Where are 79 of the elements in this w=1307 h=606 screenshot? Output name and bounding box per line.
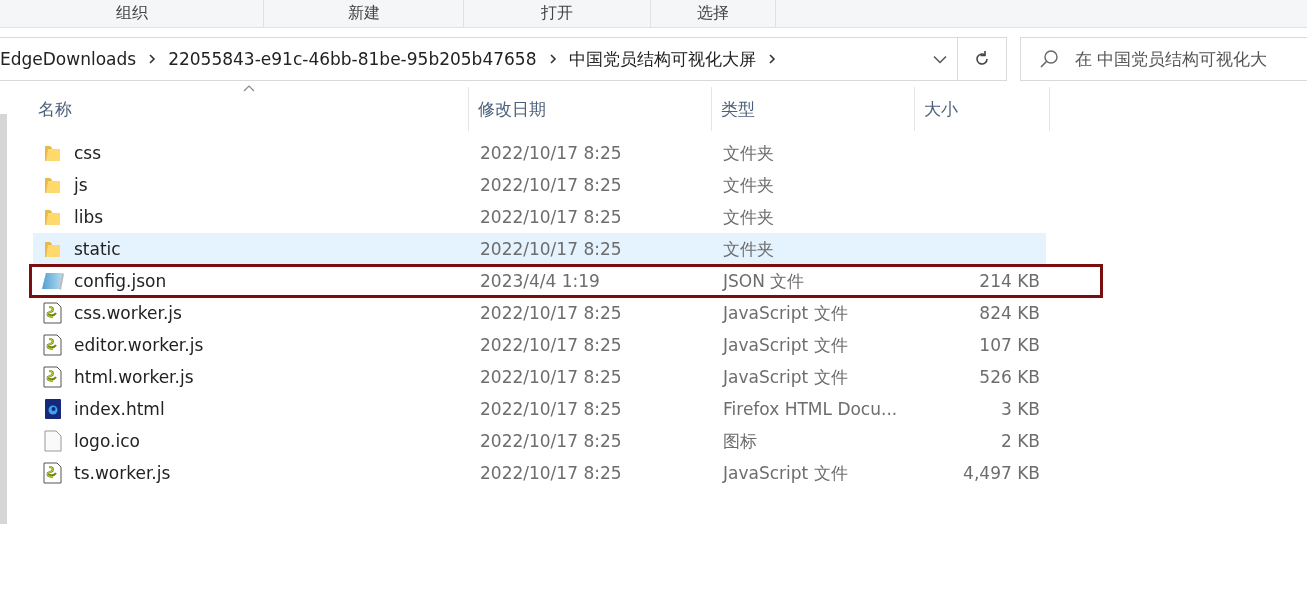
script-file-icon: [41, 302, 65, 324]
file-row[interactable]: logo.ico 2022/10/17 8:25 图标 2 KB: [33, 425, 1046, 457]
file-type: JavaScript 文件: [723, 365, 848, 389]
refresh-icon: [973, 50, 990, 68]
file-row[interactable]: index.html 2022/10/17 8:25 Firefox HTML Docu... 3 KB: [33, 393, 1046, 425]
modified-date: 2022/10/17 8:25: [480, 239, 622, 259]
file-type: 文件夹: [723, 173, 774, 197]
file-row[interactable]: config.json 2023/4/4 1:19 JSON 文件 214 KB: [33, 265, 1046, 297]
scrollbar[interactable]: [0, 114, 7, 524]
file-row[interactable]: css.worker.js 2022/10/17 8:25 JavaScript 文件 824 KB: [33, 297, 1046, 329]
modified-date: 2022/10/17 8:25: [480, 399, 622, 419]
file-name: index.html: [74, 399, 165, 419]
file-type: 文件夹: [723, 141, 774, 165]
file-type: 文件夹: [723, 237, 774, 261]
column-header[interactable]: 修改日期: [469, 87, 712, 131]
file-name: static: [74, 239, 121, 259]
blank-file-icon: [41, 430, 65, 452]
file-size: 214 KB: [979, 271, 1040, 291]
search-icon: [1039, 49, 1059, 69]
script-file-icon: [41, 334, 65, 356]
search-field[interactable]: 在 中国党员结构可视化大: [1073, 48, 1307, 70]
file-type: Firefox HTML Docu...: [723, 399, 898, 419]
breadcrumb-item[interactable]: 中国党员结构可视化大屏: [568, 47, 756, 71]
modified-date: 2022/10/17 8:25: [480, 367, 622, 387]
file-name: editor.worker.js: [74, 335, 204, 355]
ribbon-group-label: 选择: [697, 3, 729, 24]
chevron-right-icon[interactable]: [548, 53, 557, 65]
modified-date: 2022/10/17 8:25: [480, 175, 622, 195]
dropdown-chevron-icon[interactable]: [932, 54, 947, 64]
script-file-icon: [41, 366, 65, 388]
file-size: 2 KB: [1000, 431, 1040, 451]
file-name: ts.worker.js: [74, 463, 171, 483]
file-type: JavaScript 文件: [723, 461, 848, 485]
breadcrumb-item[interactable]: EdgeDownloads: [0, 49, 137, 69]
ribbon-group-label: 新建: [347, 3, 380, 24]
modified-date: 2022/10/17 8:25: [480, 303, 622, 323]
file-size: 526 KB: [979, 367, 1040, 387]
file-row[interactable]: css 2022/10/17 8:25 文件夹: [33, 137, 1046, 169]
script-file-icon: [41, 462, 65, 484]
column-header[interactable]: 大小: [915, 87, 1050, 131]
file-row[interactable]: libs 2022/10/17 8:25 文件夹: [33, 201, 1046, 233]
file-type: JSON 文件: [723, 269, 805, 293]
breadcrumb-item[interactable]: 22055843-e91c-46bb-81be-95b205b47658: [168, 49, 537, 69]
file-name: css: [74, 143, 102, 163]
file-row[interactable]: html.worker.js 2022/10/17 8:25 JavaScript 文件 526 KB: [33, 361, 1046, 393]
modified-date: 2022/10/17 8:25: [480, 431, 622, 451]
file-name: config.json: [74, 271, 167, 291]
file-size: 824 KB: [979, 303, 1040, 323]
file-size: 4,497 KB: [963, 463, 1040, 483]
ribbon-group-label: 打开: [541, 3, 573, 24]
ribbon-group-label: 组织: [115, 3, 148, 24]
column-header[interactable]: 类型: [712, 87, 915, 131]
chevron-right-icon[interactable]: [148, 53, 157, 65]
modified-date: 2022/10/17 8:25: [480, 207, 622, 227]
notepad-file-icon: [41, 271, 65, 291]
refresh-button[interactable]: [957, 37, 1007, 81]
file-type: JavaScript 文件: [723, 301, 848, 325]
file-name: libs: [74, 207, 104, 227]
modified-date: 2022/10/17 8:25: [480, 463, 622, 483]
address-bar[interactable]: EdgeDownloads 22055843-e91c-46bb-81be-95b205b47658 中国党员结构可视化大屏: [0, 37, 958, 81]
file-size: 3 KB: [1000, 399, 1040, 419]
modified-date: 2022/10/17 8:25: [480, 335, 622, 355]
file-size: 107 KB: [979, 335, 1040, 355]
file-row[interactable]: static 2022/10/17 8:25 文件夹: [33, 233, 1046, 265]
modified-date: 2022/10/17 8:25: [480, 143, 622, 163]
column-header[interactable]: 名称: [7, 87, 469, 131]
file-type: JavaScript 文件: [723, 333, 848, 357]
file-type: 图标: [723, 429, 757, 453]
search-box[interactable]: 在 中国党员结构可视化大: [1020, 37, 1307, 81]
file-name: js: [74, 175, 88, 195]
file-type: 文件夹: [723, 205, 774, 229]
chevron-right-icon[interactable]: [767, 53, 776, 65]
modified-date: 2023/4/4 1:19: [480, 271, 600, 291]
file-row[interactable]: ts.worker.js 2022/10/17 8:25 JavaScript 文件 4,497 KB: [33, 457, 1046, 489]
file-name: logo.ico: [74, 431, 140, 451]
file-row[interactable]: editor.worker.js 2022/10/17 8:25 JavaScript 文件 107 KB: [33, 329, 1046, 361]
file-name: html.worker.js: [74, 367, 194, 387]
file-name: css.worker.js: [74, 303, 182, 323]
file-row[interactable]: js 2022/10/17 8:25 文件夹: [33, 169, 1046, 201]
